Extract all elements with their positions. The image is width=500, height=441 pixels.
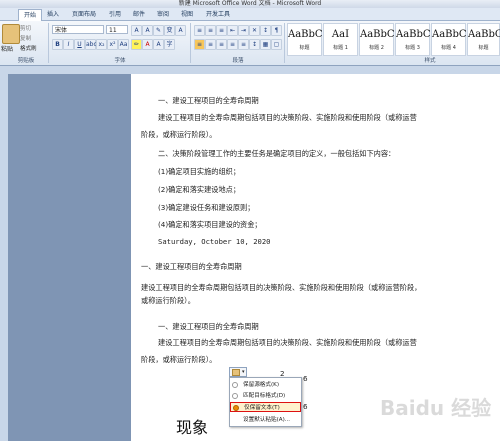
tab-references[interactable]: 引用 <box>106 9 124 20</box>
chevron-down-icon: ▾ <box>242 369 245 375</box>
doc-line: 建设工程项目的全寿命周期包括项目的决策阶段、实施阶段和使用阶段（或称运营 <box>158 113 417 122</box>
radio-icon <box>232 393 238 399</box>
radio-icon <box>232 382 238 388</box>
bold-icon[interactable]: B <box>52 39 63 50</box>
clipboard-group-label: 剪贴板 <box>17 58 35 64</box>
style-item[interactable]: AaBbC 标题 <box>287 23 323 56</box>
decrease-indent-icon[interactable]: ⇤ <box>227 25 238 36</box>
paste-set-default-item[interactable]: 设置默认粘贴(A)... <box>230 415 301 425</box>
paste-options-button[interactable]: ▾ <box>229 367 247 377</box>
paste-label[interactable]: 粘贴 <box>1 44 13 53</box>
cut-button[interactable]: 剪切 <box>20 24 31 32</box>
style-item[interactable]: AaBbC 标题 4 <box>431 23 467 56</box>
doc-line: 阶段，或称运行阶段）。 <box>141 355 217 364</box>
doc-date: Saturday, October 10, 2020 <box>158 237 271 246</box>
ribbon: 粘贴 剪切 复制 格式刷 剪贴板 宋体 11 A A ✎ 变 A B I U a… <box>0 21 500 66</box>
align-right-icon[interactable]: ≡ <box>216 39 227 50</box>
paste-options-icon <box>232 369 240 376</box>
clear-format-icon[interactable]: ✎ <box>153 25 164 36</box>
doc-fragment: 6 <box>303 374 308 383</box>
subscript-icon[interactable]: x₂ <box>96 39 107 50</box>
watermark: Baidu 经验 <box>380 396 492 420</box>
phonetic-icon[interactable]: 变 <box>164 25 175 36</box>
italic-icon[interactable]: I <box>63 39 74 50</box>
doc-line: 二、决策阶段管理工作的主要任务是确定项目的定义，一般包括如下内容： <box>158 149 396 158</box>
shrink-font-icon[interactable]: A <box>142 25 153 36</box>
copy-button[interactable]: 复制 <box>20 34 31 42</box>
tab-developer[interactable]: 开发工具 <box>204 9 232 20</box>
doc-line: 或称运行阶段）。 <box>141 296 195 305</box>
numbering-icon[interactable]: ≡ <box>205 25 216 36</box>
paste-options-menu: 保留源格式(K) 匹配目标格式(D) 仅保留文本(T) 设置默认粘贴(A)... <box>229 377 302 427</box>
underline-icon[interactable]: U <box>74 39 85 50</box>
doc-line: 一、建设工程项目的全寿命周期 <box>158 322 259 331</box>
borders-icon[interactable]: ▢ <box>271 39 282 50</box>
tab-view[interactable]: 视图 <box>178 9 196 20</box>
doc-fragment: 6 <box>303 402 308 411</box>
paste-icon[interactable] <box>2 24 20 44</box>
doc-line: (3)确定建设任务和建设原则； <box>158 203 255 212</box>
page-margin-area <box>8 74 131 441</box>
strikethrough-icon[interactable]: abc <box>85 39 97 50</box>
tab-page-layout[interactable]: 页面布局 <box>68 9 100 20</box>
line-spacing-icon[interactable]: ↕ <box>249 39 260 50</box>
doc-line: 阶段，或称运行阶段）。 <box>141 130 217 139</box>
styles-group-label: 样式 <box>424 58 436 64</box>
ribbon-tabs: 开始 插入 页面布局 引用 邮件 审阅 视图 开发工具 <box>0 8 500 21</box>
paste-keep-source-item[interactable]: 保留源格式(K) <box>230 380 301 390</box>
tab-mailings[interactable]: 邮件 <box>130 9 148 20</box>
window-title: 新建 Microsoft Office Word 文档 - Microsoft … <box>178 0 322 7</box>
tab-review[interactable]: 审阅 <box>154 9 172 20</box>
group-divider <box>48 23 49 63</box>
enclose-char-icon[interactable]: 字 <box>164 39 175 50</box>
distributed-icon[interactable]: ≡ <box>238 39 249 50</box>
highlight-icon[interactable]: ✏ <box>131 39 142 50</box>
align-center-icon[interactable]: ≡ <box>205 39 216 50</box>
doc-line: 建设工程项目的全寿命周期包括项目的决策阶段、实施阶段和使用阶段（或称运营阶段， <box>141 283 422 292</box>
style-item[interactable]: AaBbC 标题 3 <box>395 23 431 56</box>
style-item[interactable]: AaBbC 标题 <box>467 23 500 56</box>
group-divider <box>190 23 191 63</box>
font-name-field[interactable]: 宋体 <box>52 25 104 34</box>
chinese-layout-icon[interactable]: ✕ <box>249 25 260 36</box>
doc-large-text: 现象 <box>176 418 209 437</box>
char-border-icon[interactable]: A <box>175 25 186 36</box>
tab-home[interactable]: 开始 <box>18 9 42 21</box>
doc-line: (1)确定项目实施的组织； <box>158 167 241 176</box>
bullets-icon[interactable]: ≡ <box>194 25 205 36</box>
increase-indent-icon[interactable]: ⇥ <box>238 25 249 36</box>
title-bar: 新建 Microsoft Office Word 文档 - Microsoft … <box>0 0 500 8</box>
superscript-icon[interactable]: x² <box>107 39 118 50</box>
sort-icon[interactable]: ↕ <box>260 25 271 36</box>
format-painter-button[interactable]: 格式刷 <box>20 44 37 52</box>
style-item[interactable]: AaBbC 标题 2 <box>359 23 395 56</box>
style-item[interactable]: AaI 标题 1 <box>323 23 358 56</box>
justify-icon[interactable]: ≡ <box>227 39 238 50</box>
font-group-label: 字体 <box>114 58 126 64</box>
grow-font-icon[interactable]: A <box>131 25 142 36</box>
font-size-field[interactable]: 11 <box>106 25 128 34</box>
change-case-icon[interactable]: Aa <box>118 39 129 50</box>
tab-insert[interactable]: 插入 <box>44 9 62 20</box>
paste-match-dest-item[interactable]: 匹配目标格式(D) <box>230 391 301 401</box>
paragraph-group-label: 段落 <box>232 58 244 64</box>
char-shading-icon[interactable]: A <box>153 39 164 50</box>
doc-line: 一、建设工程项目的全寿命周期 <box>141 262 242 271</box>
doc-line: 一、建设工程项目的全寿命周期 <box>158 96 259 105</box>
multilevel-list-icon[interactable]: ≡ <box>216 25 227 36</box>
align-left-icon[interactable]: ≡ <box>194 39 205 50</box>
group-divider <box>284 23 285 63</box>
show-marks-icon[interactable]: ¶ <box>271 25 282 36</box>
radio-selected-icon <box>233 405 239 411</box>
shading-icon[interactable]: ▦ <box>260 39 271 50</box>
doc-line: 建设工程项目的全寿命周期包括项目的决策阶段、实施阶段和使用阶段（或称运营 <box>158 338 417 347</box>
doc-line: (4)确定和落实项目建设的资金； <box>158 220 262 229</box>
font-color-icon[interactable]: A <box>142 39 153 50</box>
doc-line: (2)确定和落实建设地点； <box>158 185 241 194</box>
paste-text-only-item[interactable]: 仅保留文本(T) <box>230 402 301 412</box>
